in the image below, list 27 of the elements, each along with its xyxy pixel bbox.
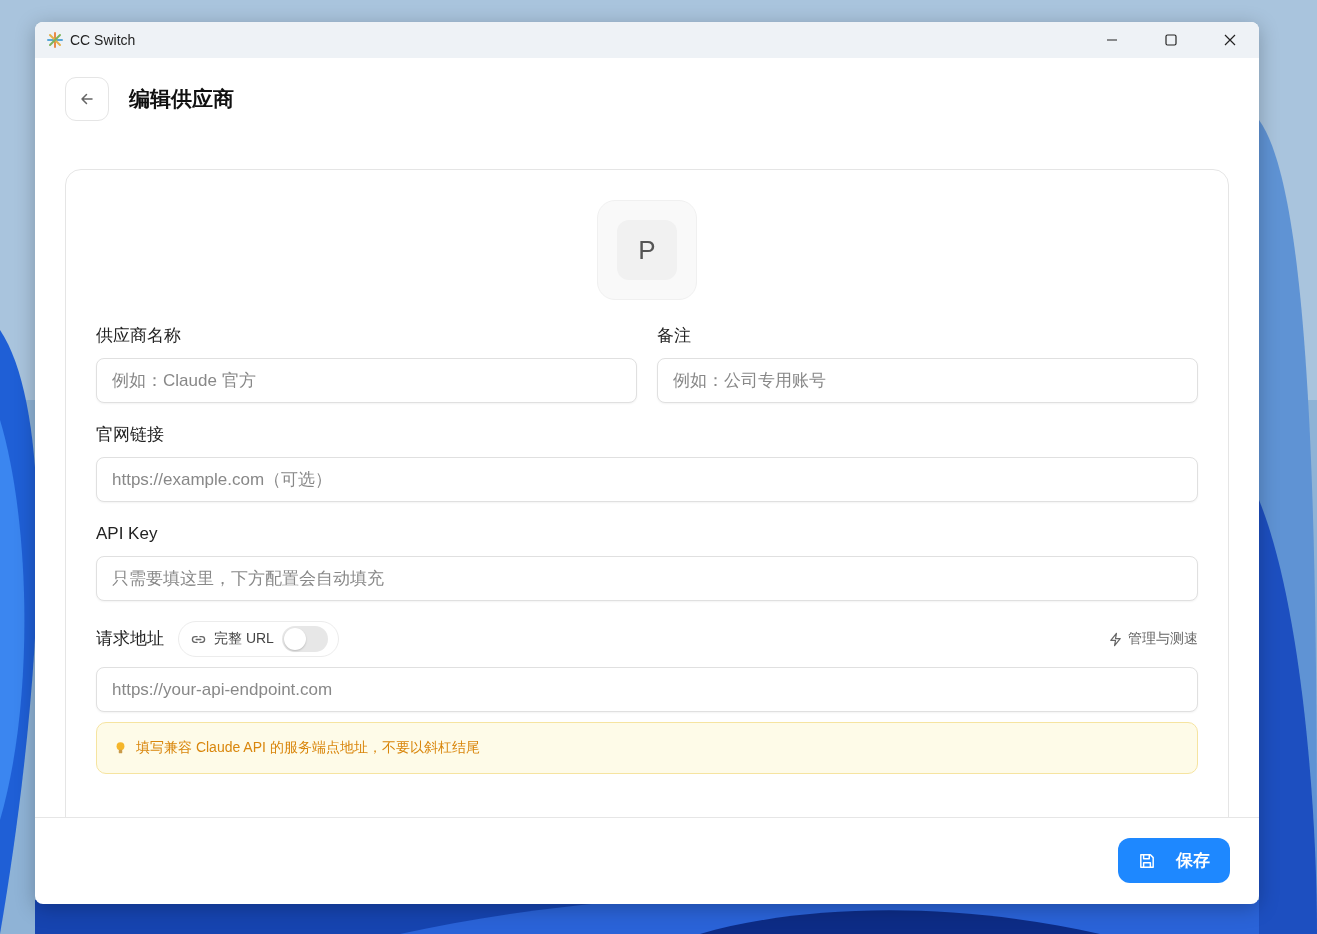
window-title: CC Switch xyxy=(70,32,136,48)
arrow-left-icon xyxy=(79,91,95,107)
field-label: API Key xyxy=(96,523,159,545)
input-field[interactable]: https://your-api-endpoint.com xyxy=(96,667,1198,712)
switch[interactable] xyxy=(281,626,328,652)
lightning-icon xyxy=(1108,631,1123,647)
field-label: 请求地址 xyxy=(96,628,164,650)
input-field[interactable]: https://example.com（可选） xyxy=(96,457,1198,502)
logo-icon xyxy=(47,32,63,48)
close-icon xyxy=(1223,34,1236,46)
maximize-icon xyxy=(1164,34,1177,46)
lightbulb-icon xyxy=(115,741,126,755)
field-label: 备注 xyxy=(657,325,692,347)
back-button[interactable] xyxy=(65,77,109,121)
input-field[interactable]: 只需要填这里，下方配置会自动填充 xyxy=(96,556,1198,601)
field-label: 官网链接 xyxy=(96,424,165,446)
avatar-letter: P xyxy=(638,234,656,266)
input-field[interactable]: 例如：Claude 官方 xyxy=(96,358,637,403)
field-label: 供应商名称 xyxy=(96,325,182,347)
save-icon xyxy=(1138,851,1156,870)
page-title: 编辑供应商 xyxy=(129,86,234,112)
save-button[interactable]: 保存 xyxy=(1118,838,1230,883)
manage-link[interactable]: 管理与测速 xyxy=(1108,630,1198,648)
input-field[interactable]: 例如：公司专用账号 xyxy=(657,358,1198,403)
avatar-frame[interactable]: P xyxy=(597,200,697,300)
toggle-label: 完整 URL xyxy=(214,630,274,648)
hint-text: 填写兼容 Claude API 的服务端点地址，不要以斜杠结尾 xyxy=(136,739,480,757)
